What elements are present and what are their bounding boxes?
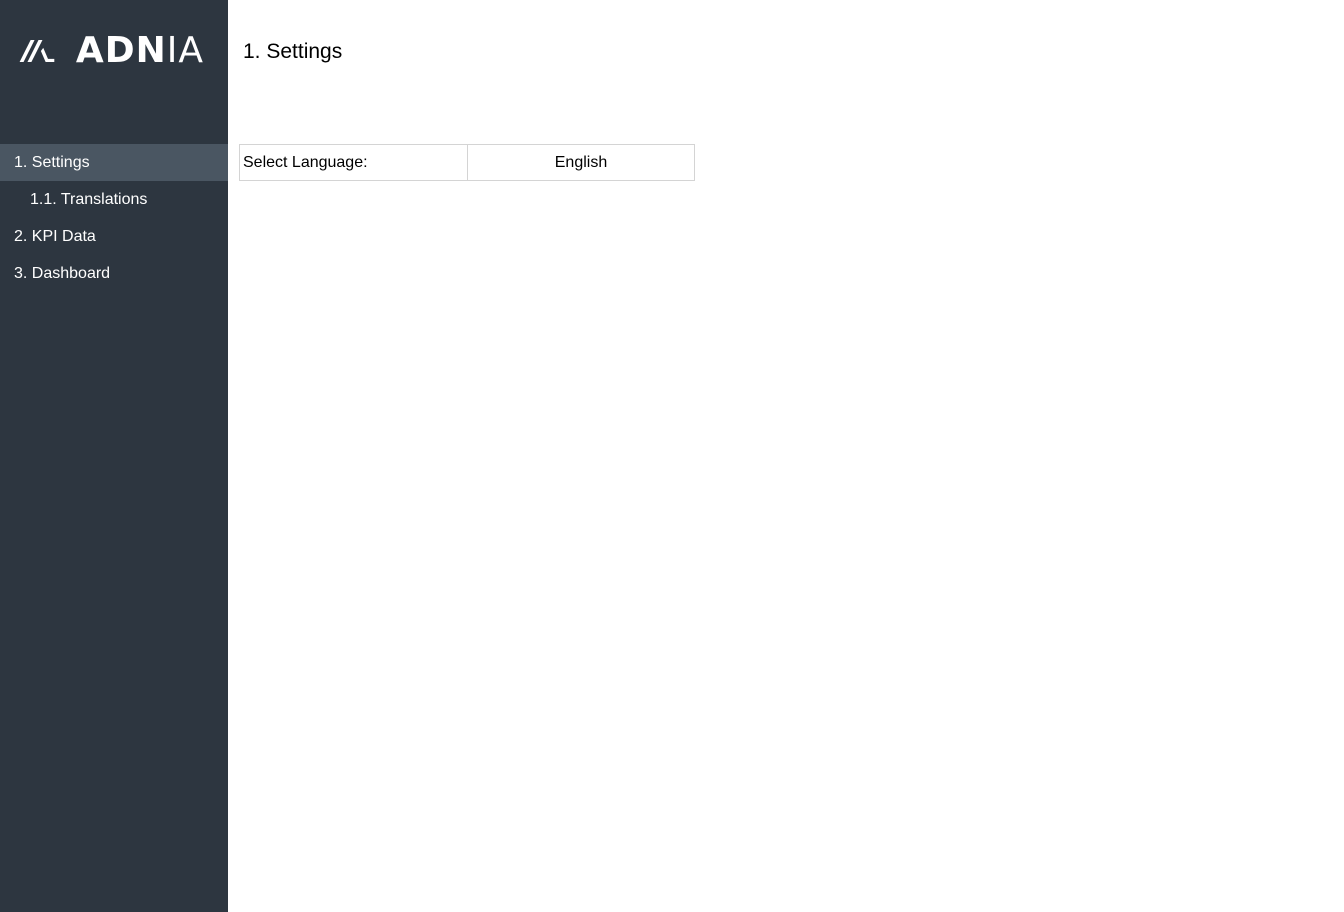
language-label: Select Language: (239, 144, 468, 181)
sidebar-item-dashboard[interactable]: 3. Dashboard (0, 255, 228, 292)
language-settings-table: Select Language: English (239, 144, 695, 181)
main-content: 1. Settings Select Language: English (228, 0, 1344, 912)
adnia-logo-icon (19, 39, 55, 63)
brand-wordmark: ADNIA (76, 33, 204, 69)
brand-wordmark-thin: IA (166, 30, 204, 71)
page-title: 1. Settings (243, 40, 343, 63)
brand-logo: ADNIA (18, 30, 204, 72)
brand-wordmark-bold: ADN (75, 30, 167, 71)
language-select[interactable]: English (467, 144, 695, 181)
sidebar: ADNIA 1. Settings 1.1. Translations 2. K… (0, 0, 228, 912)
sidebar-item-kpi-data[interactable]: 2. KPI Data (0, 218, 228, 255)
language-setting-row: Select Language: English (239, 144, 695, 181)
sidebar-item-translations[interactable]: 1.1. Translations (0, 181, 228, 218)
sidebar-item-settings[interactable]: 1. Settings (0, 144, 228, 181)
app-window: ADNIA 1. Settings 1.1. Translations 2. K… (0, 0, 1344, 912)
sidebar-nav: 1. Settings 1.1. Translations 2. KPI Dat… (0, 144, 228, 292)
